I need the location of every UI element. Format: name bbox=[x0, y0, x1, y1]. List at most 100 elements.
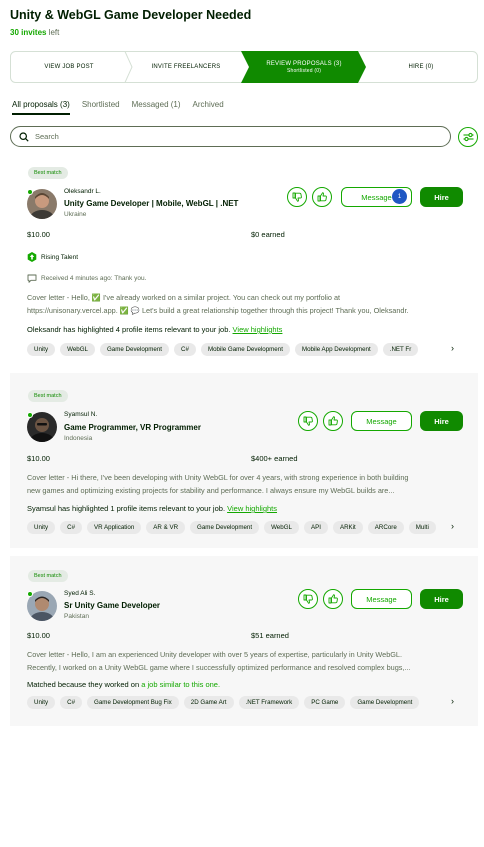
skill-tag[interactable]: WebGL bbox=[60, 343, 95, 356]
freelancer-headline[interactable]: Sr Unity Game Developer bbox=[64, 601, 160, 610]
cover-letter-line-1: Cover letter - Hello, ✅ I've already wor… bbox=[27, 293, 341, 302]
message-bubble-icon bbox=[27, 274, 37, 283]
skill-tag[interactable]: ARCore bbox=[367, 521, 404, 534]
freelancer-name[interactable]: Syamsul N. bbox=[64, 411, 97, 418]
highlights-text: Syamsul has highlighted 1 profile items … bbox=[27, 504, 228, 513]
rising-talent-badge: Rising Talent bbox=[27, 252, 78, 262]
view-highlights-link[interactable]: View highlights bbox=[233, 325, 283, 334]
like-button[interactable] bbox=[323, 589, 343, 609]
skill-tag[interactable]: Game Development bbox=[190, 521, 260, 534]
search-input[interactable] bbox=[35, 132, 415, 141]
rising-talent-icon bbox=[27, 252, 37, 262]
page-title: Unity & WebGL Game Developer Needed bbox=[10, 8, 252, 22]
filter-sliders-icon bbox=[463, 132, 473, 142]
skill-tag[interactable]: Unity bbox=[27, 696, 56, 709]
thumbs-up-icon bbox=[328, 594, 338, 604]
freelancer-headline[interactable]: Unity Game Developer | Mobile, WebGL | .… bbox=[64, 199, 238, 208]
proposal-card[interactable]: Best match Oleksandr L. Unity Game Devel… bbox=[10, 160, 478, 365]
skill-tag[interactable]: Unity bbox=[27, 521, 56, 534]
message-button[interactable]: Message bbox=[351, 589, 412, 609]
tab-archived[interactable]: Archived bbox=[193, 100, 224, 115]
cover-letter[interactable]: Cover letter - Hello, I am an experience… bbox=[27, 648, 467, 674]
skill-tag[interactable]: Game Development Bug Fix bbox=[87, 696, 179, 709]
cover-letter[interactable]: Cover letter - Hi there, I've been devel… bbox=[27, 471, 467, 497]
received-message-text: Received 4 minutes ago: Thank you. bbox=[41, 275, 147, 282]
freelancer-location: Ukraine bbox=[64, 211, 87, 218]
thumbs-up-icon bbox=[328, 416, 338, 426]
message-button[interactable]: Message bbox=[351, 411, 412, 431]
step-hire[interactable]: HIRE (0) bbox=[366, 51, 476, 83]
skill-tag[interactable]: PC Game bbox=[304, 696, 346, 709]
thumbs-up-icon bbox=[317, 192, 327, 202]
skill-tag[interactable]: .NET Framework bbox=[238, 696, 300, 709]
like-button[interactable] bbox=[323, 411, 343, 431]
step-hire-label: HIRE (0) bbox=[408, 64, 434, 70]
skill-tag[interactable]: Mobile App Development bbox=[294, 343, 378, 356]
total-earned: $0 earned bbox=[251, 230, 285, 239]
message-button-label: Message bbox=[361, 192, 392, 202]
hire-button[interactable]: Hire bbox=[420, 589, 463, 609]
skills-list: Unity WebGL Game Development C# Mobile G… bbox=[27, 343, 447, 356]
skill-tag[interactable]: ARKit bbox=[332, 521, 363, 534]
skill-tag[interactable]: Multi bbox=[408, 521, 436, 534]
freelancer-location: Pakistan bbox=[64, 613, 89, 620]
skill-tag[interactable]: Unity bbox=[27, 343, 56, 356]
step-view-job-post-label: VIEW JOB POST bbox=[44, 64, 94, 70]
proposal-card[interactable]: Best match Syamsul N. Game Programmer, V… bbox=[10, 373, 478, 548]
total-earned: $51 earned bbox=[251, 631, 289, 640]
skill-tag[interactable]: Mobile Game Development bbox=[200, 343, 290, 356]
step-view-job-post[interactable]: VIEW JOB POST bbox=[10, 51, 128, 83]
skill-tag[interactable]: Game Development bbox=[99, 343, 170, 356]
search-bar bbox=[10, 126, 451, 147]
skill-tag[interactable]: C# bbox=[60, 696, 83, 709]
best-match-badge: Best match bbox=[28, 390, 68, 402]
hourly-rate: $10.00 bbox=[27, 230, 50, 239]
freelancer-name[interactable]: Oleksandr L. bbox=[64, 188, 101, 195]
tab-shortlisted[interactable]: Shortlisted bbox=[82, 100, 120, 115]
highlights-note: Syamsul has highlighted 1 profile items … bbox=[27, 504, 277, 513]
cover-letter[interactable]: Cover letter - Hello, ✅ I've already wor… bbox=[27, 291, 467, 317]
freelancer-location: Indonesia bbox=[64, 435, 93, 442]
skill-tag[interactable]: API bbox=[303, 521, 328, 534]
cover-letter-line-2: https://unisonary.vercel.app. ✅ 💬 Let's … bbox=[27, 306, 409, 315]
step-review-proposals[interactable]: REVIEW PROPOSALS (3) Shortlisted (0) bbox=[248, 51, 360, 83]
skill-tag[interactable]: WebGL bbox=[264, 521, 299, 534]
proposal-tabs: All proposals (3) Shortlisted Messaged (… bbox=[12, 100, 224, 115]
skill-tag[interactable]: AR & VR bbox=[146, 521, 186, 534]
like-button[interactable] bbox=[312, 187, 332, 207]
hire-button[interactable]: Hire bbox=[420, 187, 463, 207]
thumbs-down-icon bbox=[303, 416, 313, 426]
filter-button[interactable] bbox=[458, 127, 478, 147]
skill-tag[interactable]: Game Development bbox=[350, 696, 420, 709]
hourly-rate: $10.00 bbox=[27, 631, 50, 640]
online-status-dot bbox=[27, 189, 33, 195]
dislike-button[interactable] bbox=[287, 187, 307, 207]
skill-tag[interactable]: VR Application bbox=[87, 521, 142, 534]
proposal-card[interactable]: Best match Syed Ali S. Sr Unity Game Dev… bbox=[10, 556, 478, 726]
skill-tag[interactable]: 2D Game Art bbox=[183, 696, 234, 709]
skill-tag[interactable]: .NET Fr bbox=[382, 343, 419, 356]
hire-button[interactable]: Hire bbox=[420, 411, 463, 431]
chevron-right-icon[interactable]: › bbox=[451, 696, 454, 706]
view-highlights-link[interactable]: View highlights bbox=[227, 504, 277, 513]
tab-messaged[interactable]: Messaged (1) bbox=[132, 100, 181, 115]
received-message[interactable]: Received 4 minutes ago: Thank you. bbox=[27, 274, 146, 283]
rising-talent-label: Rising Talent bbox=[41, 253, 79, 261]
total-earned: $400+ earned bbox=[251, 454, 298, 463]
skill-tag[interactable]: C# bbox=[60, 521, 83, 534]
dislike-button[interactable] bbox=[298, 411, 318, 431]
skills-list: Unity C# Game Development Bug Fix 2D Gam… bbox=[27, 696, 447, 709]
best-match-badge: Best match bbox=[28, 167, 68, 179]
search-icon bbox=[19, 131, 29, 142]
match-reason-note: Matched because they worked on a job sim… bbox=[27, 680, 220, 689]
similar-job-link[interactable]: a job similar to this one. bbox=[141, 680, 220, 689]
chevron-right-icon[interactable]: › bbox=[451, 343, 454, 353]
step-invite-freelancers[interactable]: INVITE FREELANCERS bbox=[130, 51, 242, 83]
freelancer-headline[interactable]: Game Programmer, VR Programmer bbox=[64, 423, 201, 432]
tab-all-proposals[interactable]: All proposals (3) bbox=[12, 100, 70, 115]
skill-tag[interactable]: C# bbox=[174, 343, 196, 356]
freelancer-name[interactable]: Syed Ali S. bbox=[64, 590, 95, 597]
chevron-right-icon[interactable]: › bbox=[451, 521, 454, 531]
dislike-button[interactable] bbox=[298, 589, 318, 609]
invites-left: 30 invites left bbox=[10, 28, 470, 37]
